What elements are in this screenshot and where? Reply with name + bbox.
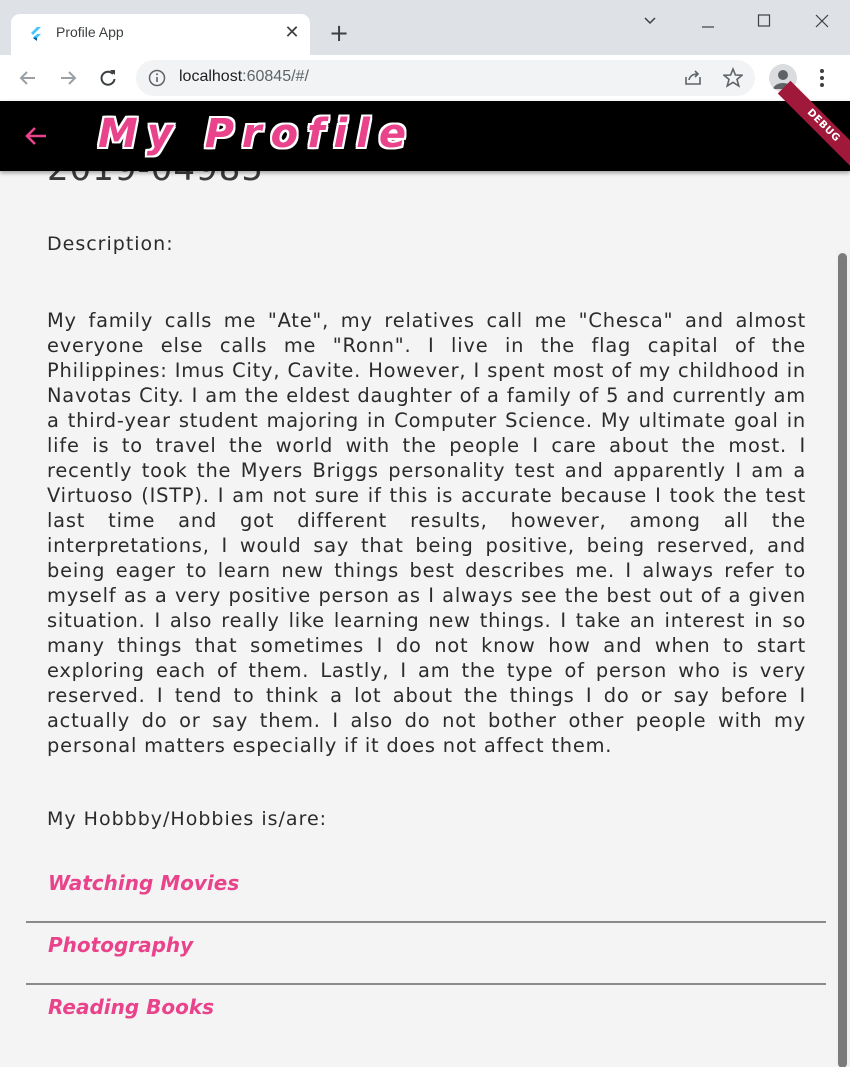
url-path: :60845/#/ (242, 68, 309, 85)
back-icon[interactable] (13, 63, 43, 93)
forward-icon[interactable] (53, 63, 83, 93)
tab-strip: Profile App ✕ + (0, 0, 850, 55)
flutter-icon (31, 27, 41, 41)
info-icon[interactable] (148, 69, 166, 87)
profile-content: 2019-04985 Description: My family calls … (0, 171, 850, 1067)
hobby-item[interactable]: Photography (26, 923, 826, 983)
address-bar[interactable]: localhost:60845/#/ (136, 60, 755, 96)
description-label: Description: (47, 233, 174, 255)
hobby-label: Watching Movies (48, 871, 240, 895)
app-bar: My Profile DEBUG (0, 80, 850, 172)
browser-toolbar: localhost:60845/#/ (0, 55, 850, 102)
scrollbar[interactable] (836, 250, 850, 1067)
maximize-icon[interactable] (749, 8, 779, 34)
student-id: 2019-04985 (47, 171, 264, 189)
reload-icon[interactable] (93, 63, 123, 93)
share-icon[interactable] (681, 66, 705, 90)
bookmark-star-icon[interactable] (721, 66, 745, 90)
back-arrow-icon[interactable] (24, 124, 48, 148)
url-text[interactable]: localhost:60845/#/ (179, 68, 309, 86)
browser-tab[interactable]: Profile App ✕ (11, 14, 310, 55)
scrollbar-thumb[interactable] (838, 253, 847, 1067)
hobby-label: Reading Books (48, 995, 215, 1019)
minimize-icon[interactable] (693, 8, 723, 34)
description-text: My family calls me "Ate", my relatives c… (47, 309, 806, 757)
hobby-list: Watching Movies Photography Reading Book… (26, 861, 826, 1045)
url-host: localhost (179, 68, 243, 85)
chevron-down-icon (644, 17, 656, 25)
hobby-label: Photography (48, 933, 194, 957)
hobby-item[interactable]: Watching Movies (26, 861, 826, 921)
close-tab-icon[interactable]: ✕ (281, 22, 303, 44)
browser-menu-icon[interactable] (812, 63, 832, 93)
hobbies-label: My Hobbby/Hobbies is/are: (47, 808, 328, 830)
new-tab-icon[interactable]: + (326, 21, 352, 47)
close-window-icon[interactable] (807, 8, 837, 34)
tab-search-icon[interactable] (635, 8, 665, 34)
browser-window: Profile App ✕ + localhost:60845/#/ My Pr… (0, 0, 850, 1067)
hobby-item[interactable]: Reading Books (26, 985, 826, 1045)
tab-title: Profile App (56, 24, 124, 40)
page-title: My Profile (98, 111, 416, 157)
